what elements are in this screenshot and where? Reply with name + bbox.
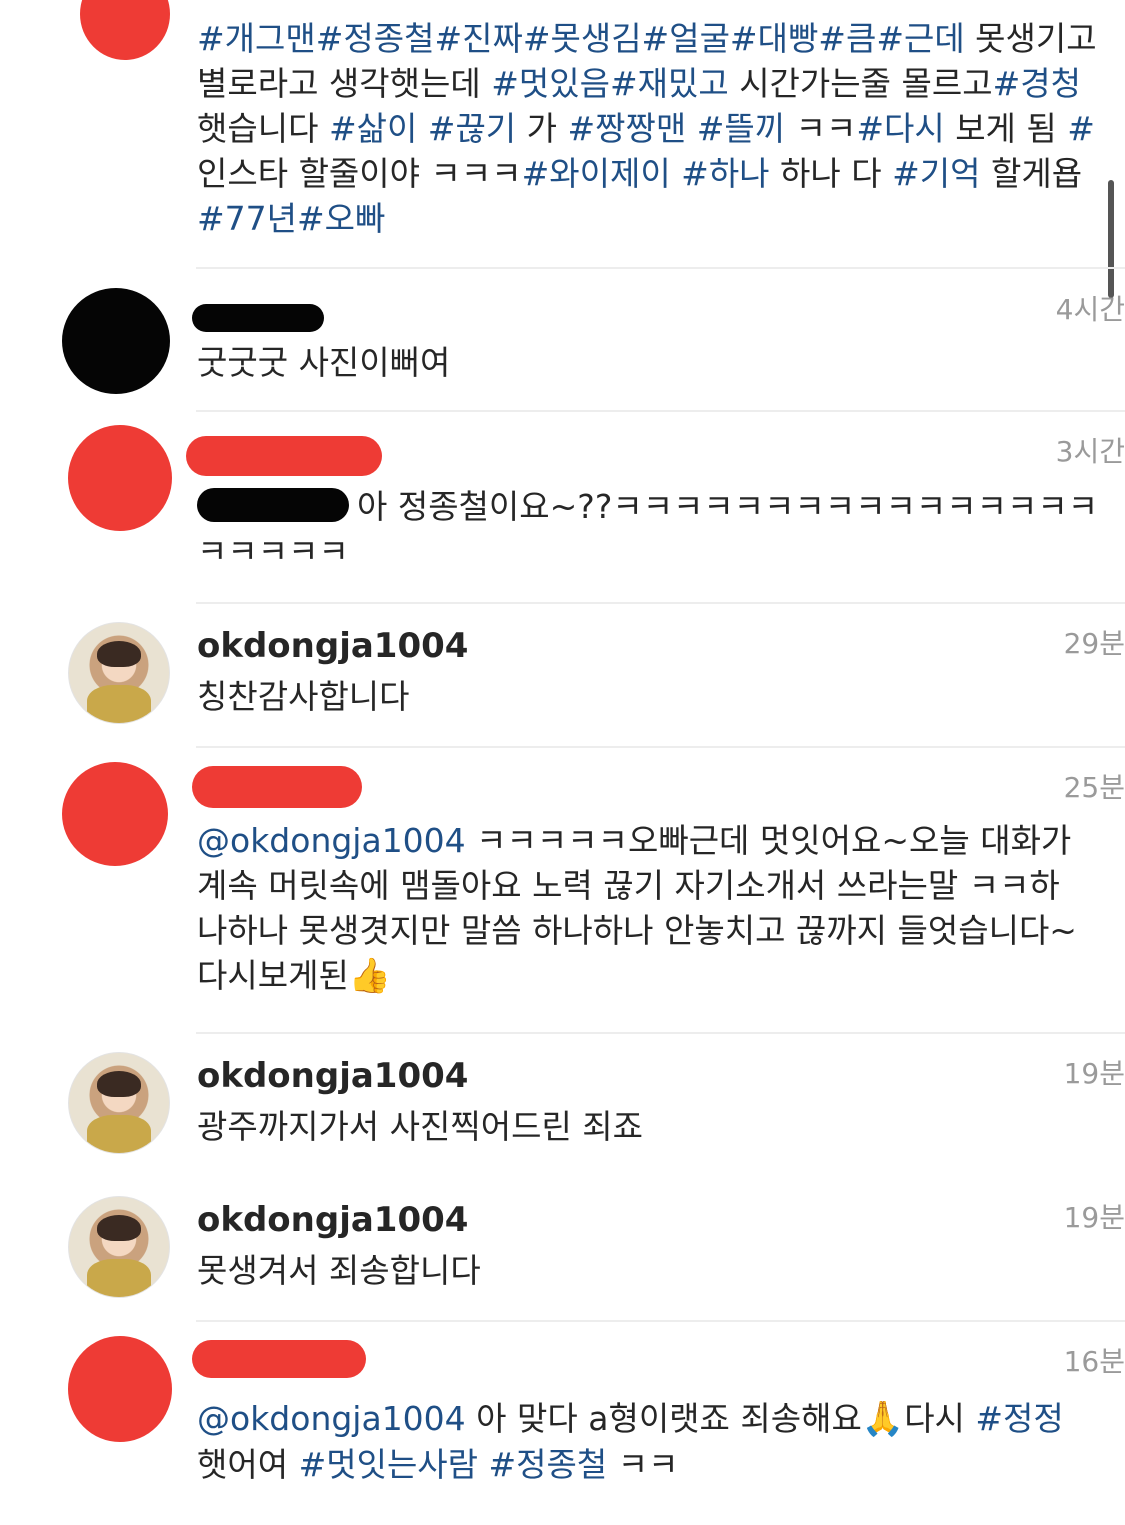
divider — [196, 746, 1125, 748]
hashtag-link[interactable]: #기억 — [892, 154, 980, 193]
okdongja1004-avatar[interactable] — [68, 1196, 170, 1298]
text-line: 못생겨서 죄송합니다 — [197, 1248, 1112, 1293]
text-segment: 계속 머릿속에 맴돌아요 노력 끊기 자기소개서 쓰라는말 ㅋㅋ하 — [197, 866, 1060, 905]
redacted-username — [186, 436, 382, 476]
hashtag-link[interactable]: #다시 — [856, 109, 944, 148]
text-segment: 보게 됨 — [944, 109, 1068, 148]
text-segment: 햇어여 — [197, 1445, 299, 1484]
divider — [196, 267, 1125, 269]
text-segment: 하나 다 — [769, 154, 893, 193]
text-segment: 광주까지가서 사진찍어드린 죄죠 — [197, 1107, 644, 1146]
comment-username[interactable]: okdongja1004 — [197, 626, 468, 666]
comment-username[interactable]: okdongja1004 — [197, 1200, 468, 1240]
scrollbar[interactable] — [1108, 180, 1114, 298]
text-line: @okdongja1004 ㅋㅋㅋㅋㅋ오빠근데 멋잇어요~오늘 대화가 — [197, 818, 1112, 863]
text-line: 햇습니다 #삶이 #끊기 가 #짱짱맨 #뜰끼 ㅋㅋ#다시 보게 됨 # — [197, 106, 1112, 151]
text-segment: 별로라고 생각햇는데 — [197, 64, 492, 103]
okdongja1004-avatar[interactable] — [68, 622, 170, 724]
text-segment: 칭찬감사합니다 — [197, 677, 410, 716]
text-line: ㅋㅋㅋㅋㅋ — [197, 529, 1112, 574]
text-line: 아 정종철이요~??ㅋㅋㅋㅋㅋㅋㅋㅋㅋㅋㅋㅋㅋㅋㅋㅋ — [197, 484, 1112, 529]
text-line: 광주까지가서 사진찍어드린 죄죠 — [197, 1104, 1112, 1149]
comment-timestamp: 25분 — [1063, 771, 1125, 804]
hashtag-link[interactable]: #멋있음#재밌고 — [491, 64, 728, 103]
hashtag-link[interactable]: #와이제이 #하나 — [522, 154, 770, 193]
hashtag-link[interactable]: #짱짱맨 #뜰끼 — [568, 109, 786, 148]
text-segment: 나하나 못생겻지만 말씀 하나하나 안놓치고 끊까지 들엇습니다~ — [197, 911, 1077, 950]
comment-timestamp: 16분 — [1063, 1345, 1125, 1378]
text-segment: ㅋㅋㅋㅋㅋ오빠근데 멋잇어요~오늘 대화가 — [465, 821, 1072, 860]
divider — [196, 410, 1125, 412]
text-segment: 인스타 할줄이야 ㅋㅋㅋ — [197, 154, 522, 193]
comment-timestamp: 19분 — [1063, 1057, 1125, 1090]
text-segment: 다시보게된 — [197, 956, 349, 995]
mention-link[interactable]: @okdongja1004 — [197, 821, 466, 860]
hashtag-link[interactable]: #멋잇는사람 #정종철 — [299, 1445, 608, 1484]
text-segment: 할게욥 — [980, 154, 1083, 193]
mention-link[interactable]: @okdongja1004 — [197, 1399, 466, 1438]
comment-text: 굿굿굿 사진이뻐여 — [197, 340, 1112, 385]
comment-avatar[interactable] — [68, 1336, 172, 1442]
hashtag-link[interactable]: #경청 — [993, 64, 1081, 103]
comment-timestamp: 29분 — [1063, 627, 1125, 660]
comment-text: @okdongja1004 아 맞다 a형이랫죠 죄송해요🙏다시 #정정 햇어여 … — [197, 1396, 1112, 1487]
text-segment: 굿굿굿 사진이뻐여 — [197, 343, 451, 382]
divider — [196, 602, 1125, 604]
text-segment: 못생기고 — [964, 19, 1097, 58]
divider — [196, 1032, 1125, 1034]
hashtag-link[interactable]: #개그맨#정종철#진짜#못생김#얼굴#대빵#큼#근데 — [197, 19, 965, 58]
text-segment: 시간가는줄 몰르고 — [728, 64, 993, 103]
text-line: 다시보게된👍 — [197, 953, 1112, 999]
text-segment: 아 정종철이요~??ㅋㅋㅋㅋㅋㅋㅋㅋㅋㅋㅋㅋㅋㅋㅋㅋ — [357, 487, 1099, 526]
text-line: @okdongja1004 아 맞다 a형이랫죠 죄송해요🙏다시 #정정 — [197, 1396, 1112, 1442]
text-line: 인스타 할줄이야 ㅋㅋㅋ#와이제이 #하나 하나 다 #기억 할게욥 — [197, 151, 1112, 196]
divider — [196, 1320, 1125, 1322]
comment-avatar[interactable] — [62, 288, 170, 394]
text-segment: 햇습니다 — [197, 109, 329, 148]
okdongja1004-avatar[interactable] — [68, 1052, 170, 1154]
text-line: 별로라고 생각햇는데 #멋있음#재밌고 시간가는줄 몰르고#경청 — [197, 61, 1112, 106]
text-line: 칭찬감사합니다 — [197, 674, 1112, 719]
text-line: 나하나 못생겻지만 말씀 하나하나 안놓치고 끊까지 들엇습니다~ — [197, 908, 1112, 953]
emoji-icon: 👍 — [348, 956, 392, 996]
hashtag-link[interactable]: #삶이 #끊기 — [329, 109, 516, 148]
text-segment: ㅋㅋ — [607, 1445, 679, 1484]
caption-text: #개그맨#정종철#진짜#못생김#얼굴#대빵#큼#근데 못생기고 별로라고 생각햇는… — [197, 16, 1112, 241]
text-line: 계속 머릿속에 맴돌아요 노력 끊기 자기소개서 쓰라는말 ㅋㅋ하 — [197, 863, 1112, 908]
text-line: #77년#오빠 — [197, 196, 1112, 241]
text-segment: 못생겨서 죄송합니다 — [197, 1251, 481, 1290]
comment-timestamp: 19분 — [1063, 1201, 1125, 1234]
comment-timestamp: 4시간 — [1055, 293, 1125, 326]
text-line: 햇어여 #멋잇는사람 #정종철 ㅋㅋ — [197, 1442, 1112, 1487]
text-segment: 아 맞다 a형이랫죠 죄송해요 — [465, 1399, 862, 1438]
comment-avatar[interactable] — [68, 425, 172, 531]
text-segment: 다시 — [904, 1399, 976, 1438]
text-line: 굿굿굿 사진이뻐여 — [197, 340, 1112, 385]
comment-text: 못생겨서 죄송합니다 — [197, 1248, 1112, 1293]
emoji-icon: 🙏 — [861, 1399, 905, 1439]
comment-text: @okdongja1004 ㅋㅋㅋㅋㅋ오빠근데 멋잇어요~오늘 대화가 계속 머릿… — [197, 818, 1112, 999]
redacted-mention — [197, 488, 349, 522]
comment-text: 아 정종철이요~??ㅋㅋㅋㅋㅋㅋㅋㅋㅋㅋㅋㅋㅋㅋㅋㅋ ㅋㅋㅋㅋㅋ — [197, 484, 1112, 574]
comment-text: 광주까지가서 사진찍어드린 죄죠 — [197, 1104, 1112, 1149]
text-line: #개그맨#정종철#진짜#못생김#얼굴#대빵#큼#근데 못생기고 — [197, 16, 1112, 61]
text-segment: 가 — [516, 109, 568, 148]
comment-username[interactable]: okdongja1004 — [197, 1056, 468, 1096]
hashtag-link[interactable]: # — [1067, 109, 1095, 148]
hashtag-link[interactable]: #정정 — [975, 1399, 1063, 1438]
text-segment: ㅋㅋㅋㅋㅋ — [197, 532, 349, 571]
redacted-username — [192, 766, 362, 808]
comment-text: 칭찬감사합니다 — [197, 674, 1112, 719]
caption-author-avatar[interactable] — [80, 0, 170, 60]
text-segment: ㅋㅋ — [785, 109, 857, 148]
comment-timestamp: 3시간 — [1055, 435, 1125, 468]
redacted-username — [192, 304, 324, 332]
hashtag-link[interactable]: #77년#오빠 — [197, 199, 385, 238]
comment-avatar[interactable] — [62, 762, 168, 866]
redacted-username — [192, 1340, 366, 1378]
